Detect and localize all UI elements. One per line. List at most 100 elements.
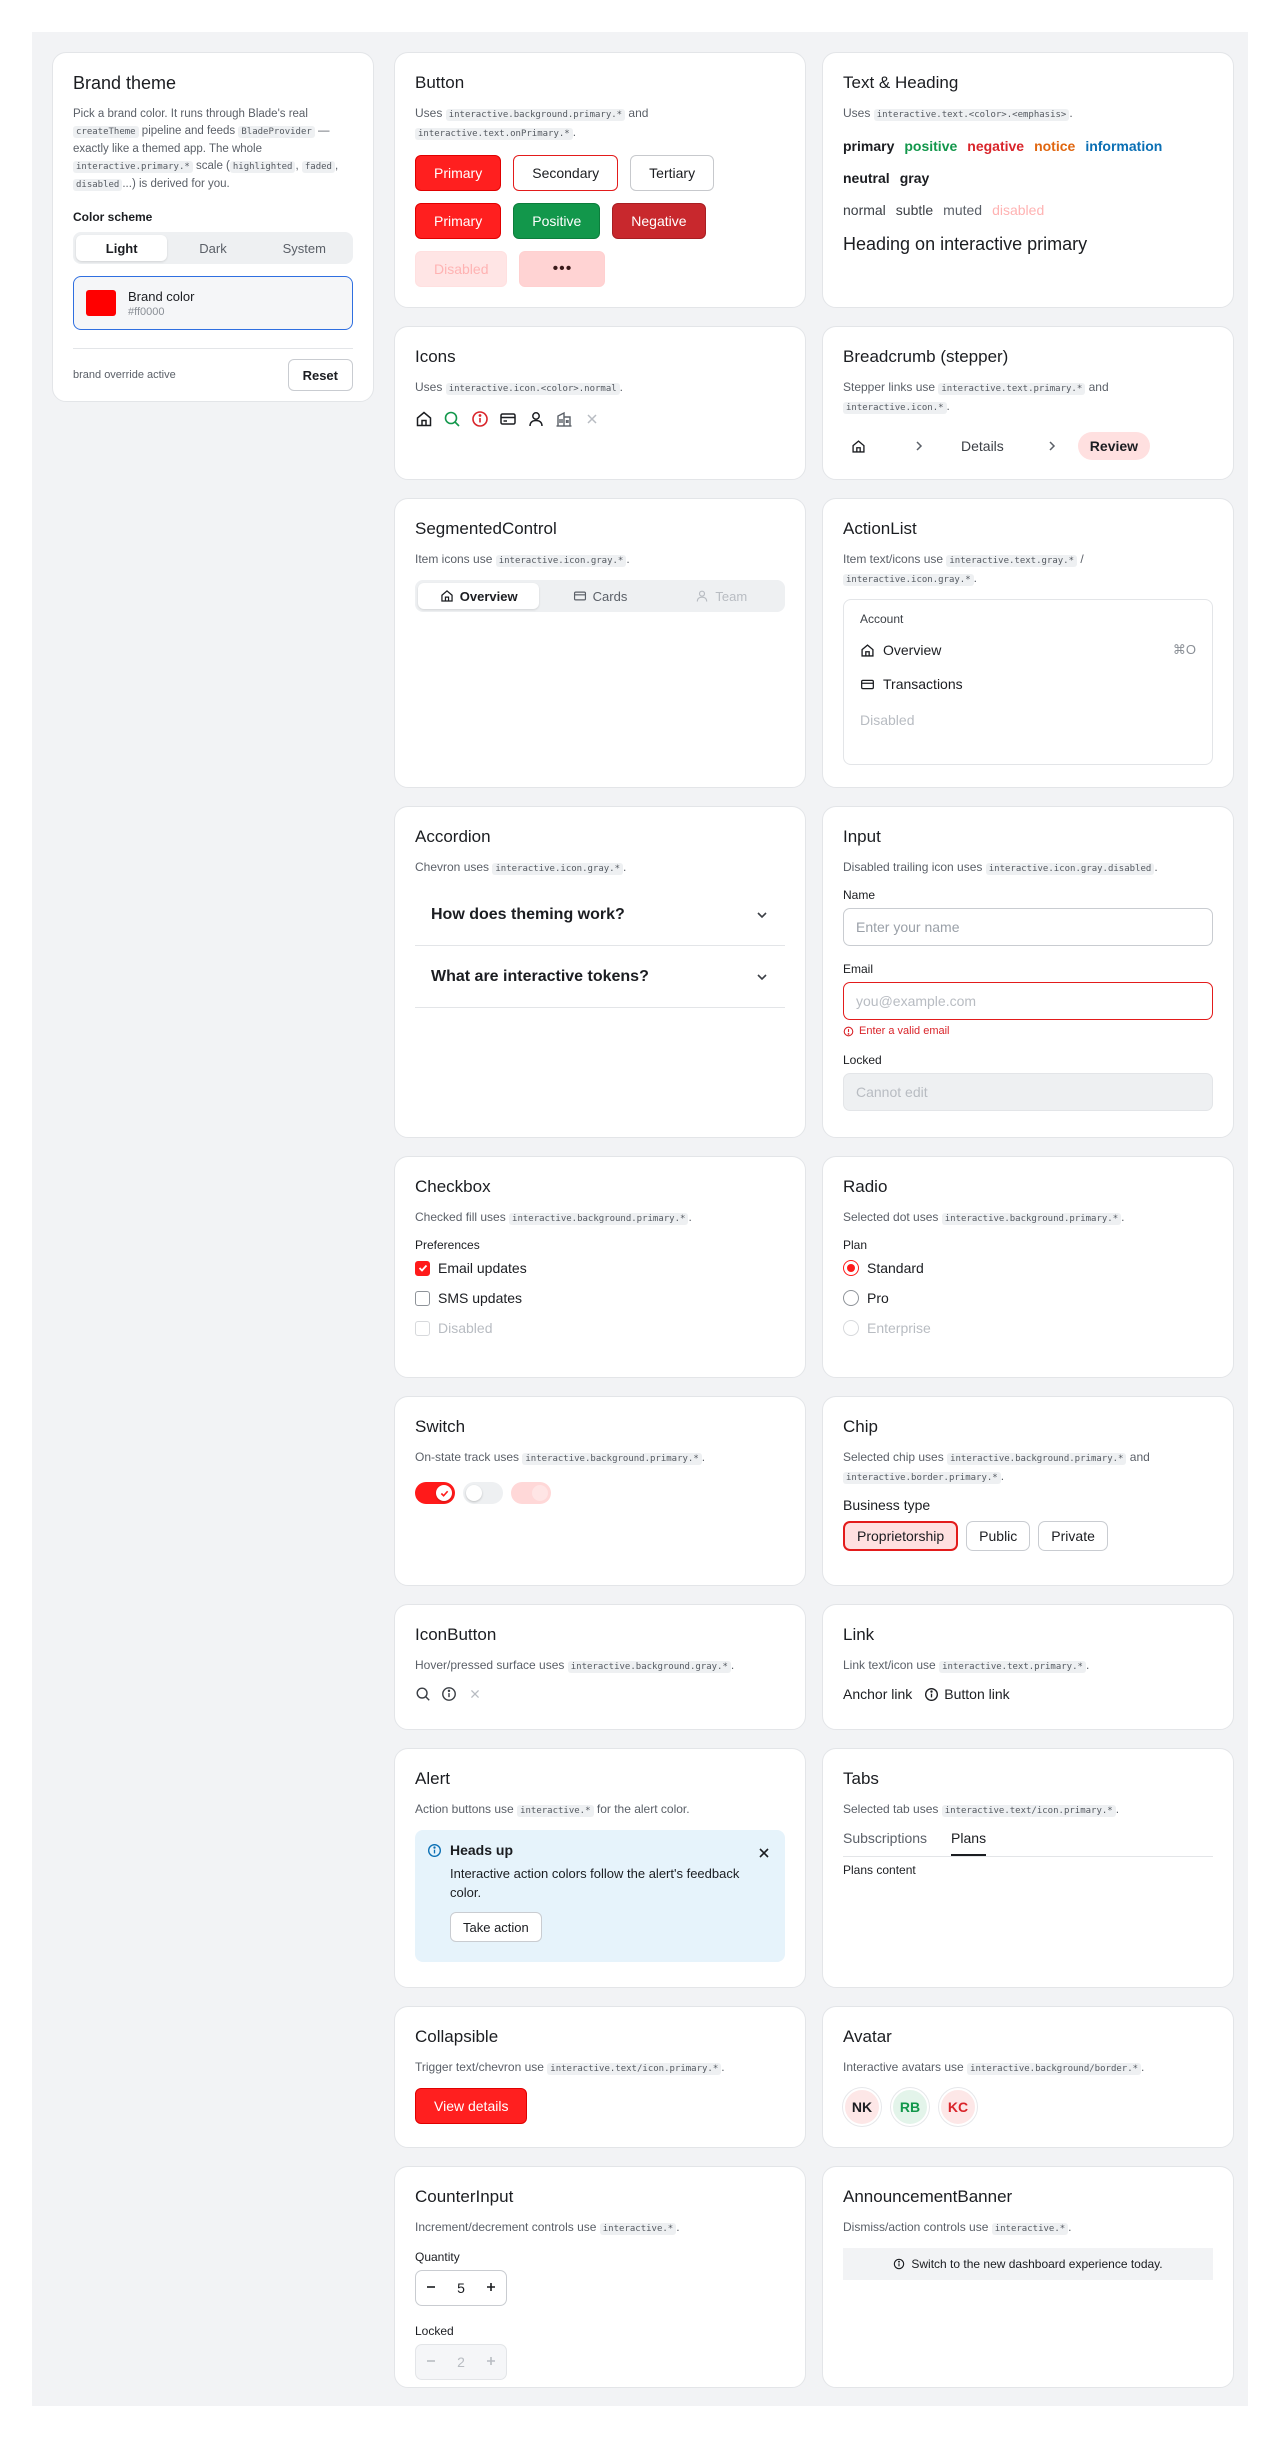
segment-cards[interactable]: Cards	[539, 583, 660, 609]
scheme-system[interactable]: System	[259, 235, 350, 261]
scheme-light[interactable]: Light	[76, 235, 168, 261]
alert-heading: Heads up	[450, 1842, 514, 1858]
email-error: Enter a valid email	[859, 1025, 950, 1037]
quantity-stepper: 5	[415, 2270, 507, 2306]
breadcrumb-review[interactable]: Review	[1077, 432, 1151, 460]
primary-button[interactable]: Primary	[415, 155, 502, 191]
chip-private[interactable]: Private	[1038, 1521, 1108, 1551]
segment-overview[interactable]: Overview	[418, 583, 540, 609]
announcement-card: AnnouncementBanner Dismiss/action contro…	[822, 2166, 1234, 2388]
avatar[interactable]: KC	[939, 2088, 977, 2126]
tab-plans[interactable]: Plans	[951, 1830, 987, 1856]
search-icon-button[interactable]	[415, 1686, 431, 1702]
name-input[interactable]: Enter your name	[843, 908, 1213, 946]
chip-proprietorship[interactable]: Proprietorship	[843, 1521, 959, 1551]
counter-title: CounterInput	[415, 2187, 514, 2206]
positive-button[interactable]: Positive	[513, 203, 601, 239]
tab-subscriptions[interactable]: Subscriptions	[843, 1830, 927, 1856]
switch-title: Switch	[415, 1417, 466, 1436]
radio-standard[interactable]: Standard	[843, 1260, 1213, 1276]
avatar-title: Avatar	[843, 2027, 892, 2046]
action-item-label: Overview	[883, 642, 942, 658]
button-link[interactable]: Button link	[924, 1686, 1010, 1702]
text-sample: positive	[904, 138, 958, 154]
decrement-button[interactable]	[416, 2280, 446, 2296]
breadcrumb-home-icon[interactable]	[843, 431, 873, 461]
increment-button[interactable]	[476, 2280, 506, 2296]
close-icon	[470, 1689, 480, 1699]
interactive-heading: Heading on interactive primary	[843, 234, 1088, 254]
checkbox-checked[interactable]	[415, 1260, 430, 1276]
anchor-link[interactable]: Anchor link	[843, 1686, 912, 1702]
announcement-banner: Switch to the new dashboard experience t…	[843, 2248, 1213, 2280]
action-item-overview[interactable]: Overview ⌘O	[860, 642, 1196, 658]
checkbox-description: Checked fill uses interactive.background…	[415, 1210, 692, 1225]
radio-title: Radio	[843, 1177, 888, 1196]
checkbox-email[interactable]: Email updates	[415, 1260, 785, 1276]
avatar[interactable]: RB	[891, 2088, 929, 2126]
brand-theme-title: Brand theme	[73, 73, 177, 93]
chevron-right-icon	[913, 440, 925, 452]
action-list: Account Overview ⌘O Transactions Disable…	[843, 599, 1213, 765]
alert-body: Interactive action colors follow the ale…	[450, 1866, 740, 1900]
brand-color-picker[interactable]: Brand color #ff0000	[73, 276, 353, 330]
quantity-value[interactable]: 5	[446, 2280, 476, 2296]
checkbox-sms[interactable]: SMS updates	[415, 1290, 785, 1306]
shortcut-hint: ⌘O	[1172, 642, 1196, 657]
negative-button[interactable]: Negative	[612, 203, 706, 239]
tab-bar: Subscriptions Plans	[843, 1830, 1213, 1857]
home-icon	[861, 643, 874, 657]
primary-button-2[interactable]: Primary	[415, 203, 502, 239]
segmented-title: SegmentedControl	[415, 519, 557, 538]
search-icon	[443, 410, 461, 428]
input-title: Input	[843, 827, 881, 846]
radio-pro[interactable]: Pro	[843, 1290, 1213, 1306]
chip-group-label: Business type	[843, 1497, 931, 1513]
text-sample: notice	[1034, 138, 1076, 154]
view-details-button[interactable]: View details	[415, 2088, 528, 2124]
breadcrumb-details[interactable]: Details	[961, 438, 1004, 454]
switch-off[interactable]	[463, 1482, 503, 1504]
icons-description: Uses interactive.icon.<color>.normal.	[415, 380, 624, 395]
info-icon-button[interactable]	[441, 1686, 457, 1702]
name-label: Name	[843, 888, 876, 902]
radio-unselected[interactable]	[843, 1290, 859, 1306]
radio-description: Selected dot uses interactive.background…	[843, 1210, 1125, 1225]
radio-label: Standard	[867, 1260, 924, 1276]
increment-disabled	[476, 2354, 506, 2370]
email-input[interactable]: you@example.com	[843, 982, 1213, 1020]
user-icon	[697, 590, 708, 602]
close-icon[interactable]	[757, 1846, 771, 1860]
radio-selected[interactable]	[843, 1260, 859, 1276]
switch-on[interactable]	[415, 1482, 455, 1504]
card-icon	[573, 591, 586, 601]
page-canvas: Brand theme Pick a brand color. It runs …	[32, 32, 1248, 2406]
alert-title: Alert	[415, 1769, 450, 1788]
action-item-transactions[interactable]: Transactions	[860, 676, 1196, 692]
text-color-row: primary positive negative notice information	[843, 138, 1213, 154]
avatar-group: NK RB KC	[843, 2088, 1213, 2126]
avatar-description: Interactive avatars use interactive.back…	[843, 2060, 1145, 2075]
text-heading-card: Text & Heading Uses interactive.text.<co…	[822, 52, 1234, 308]
scheme-dark[interactable]: Dark	[167, 235, 258, 261]
iconbutton-description: Hover/pressed surface uses interactive.b…	[415, 1658, 735, 1673]
collapsible-title: Collapsible	[415, 2027, 499, 2046]
segmented-description: Item icons use interactive.icon.gray.*.	[415, 552, 630, 567]
accordion-item[interactable]: What are interactive tokens?	[415, 946, 785, 1008]
avatar[interactable]: NK	[843, 2088, 881, 2126]
tertiary-button[interactable]: Tertiary	[630, 155, 715, 191]
accordion-item[interactable]: How does theming work?	[415, 884, 785, 946]
secondary-button[interactable]: Secondary	[513, 155, 619, 191]
text-heading-description: Uses interactive.text.<color>.<emphasis>…	[843, 106, 1073, 121]
card-icon	[499, 410, 517, 428]
reset-button[interactable]: Reset	[287, 359, 353, 391]
input-description: Disabled trailing icon uses interactive.…	[843, 860, 1158, 875]
checkbox-unchecked[interactable]	[415, 1290, 430, 1306]
actionlist-description: Item text/icons use interactive.text.gra…	[843, 552, 1084, 586]
switch-card: Switch On-state track uses interactive.b…	[394, 1396, 806, 1586]
info-icon	[894, 2258, 905, 2270]
chip-public[interactable]: Public	[966, 1521, 1031, 1551]
decrement-disabled	[416, 2354, 446, 2370]
take-action-button[interactable]: Take action	[450, 1912, 542, 1942]
segment-team-label: Team	[715, 588, 748, 604]
